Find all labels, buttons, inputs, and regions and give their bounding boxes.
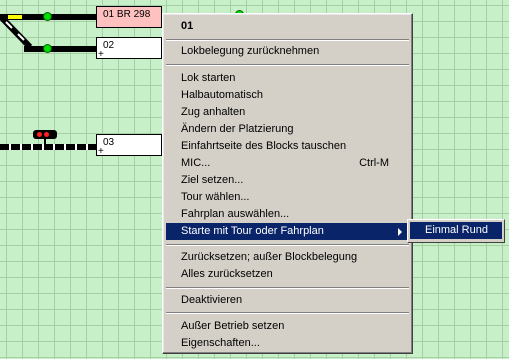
menu-separator bbox=[166, 312, 409, 314]
menu-shortcut: Ctrl-M bbox=[359, 157, 389, 169]
menu-separator bbox=[166, 287, 409, 289]
signal-green-icon[interactable] bbox=[43, 44, 52, 53]
block-01[interactable]: 01 BR 298 bbox=[96, 6, 162, 28]
menu-item-label: MIC... bbox=[181, 157, 211, 169]
block-label: 01 BR 298 bbox=[103, 9, 151, 20]
menu-item-einfahrtseite[interactable]: Einfahrtseite des Blocks tauschen bbox=[166, 138, 409, 155]
menu-separator bbox=[166, 39, 409, 41]
menu-item-halbautomatisch[interactable]: Halbautomatisch bbox=[166, 87, 409, 104]
menu-item-lok-starten[interactable]: Lok starten bbox=[166, 70, 409, 87]
submenu: Einmal Rund bbox=[407, 219, 505, 243]
menu-item-eigenschaften[interactable]: Eigenschaften... bbox=[166, 335, 409, 352]
signal-green-icon[interactable] bbox=[43, 12, 52, 21]
submenu-item-einmal-rund[interactable]: Einmal Rund bbox=[410, 222, 502, 239]
menu-item-mic[interactable]: MIC... Ctrl-M bbox=[166, 155, 409, 172]
track-segment bbox=[24, 46, 96, 52]
menu-item-tour-waehlen[interactable]: Tour wählen... bbox=[166, 189, 409, 206]
menu-item-deaktivieren[interactable]: Deaktivieren bbox=[166, 292, 409, 309]
menu-item-alles-zuruecksetzen[interactable]: Alles zurücksetzen bbox=[166, 266, 409, 283]
block-label: 02 bbox=[103, 40, 115, 51]
block-02[interactable]: 02 + bbox=[96, 37, 162, 59]
block-plus: + bbox=[98, 146, 104, 156]
menu-item-ziel-setzen[interactable]: Ziel setzen... bbox=[166, 172, 409, 189]
menu-item-starte-tour[interactable]: Starte mit Tour oder Fahrplan bbox=[166, 223, 409, 240]
menu-item-zug-anhalten[interactable]: Zug anhalten bbox=[166, 104, 409, 121]
menu-header: 01 bbox=[181, 20, 194, 32]
submenu-arrow-icon bbox=[398, 228, 402, 236]
track-segment bbox=[0, 144, 96, 150]
menu-item-ausser-betrieb[interactable]: Außer Betrieb setzen bbox=[166, 318, 409, 335]
menu-item-platzierung[interactable]: Ändern der Platzierung bbox=[166, 121, 409, 138]
block-03[interactable]: 03 + bbox=[96, 134, 162, 156]
menu-separator bbox=[166, 64, 409, 66]
block-label: 03 bbox=[103, 137, 115, 148]
menu-item-lokbelegung[interactable]: Lokbelegung zurücknehmen bbox=[166, 43, 409, 60]
menu-item-label: Starte mit Tour oder Fahrplan bbox=[181, 225, 324, 237]
block-plus: + bbox=[98, 49, 104, 59]
context-menu: 01 Lokbelegung zurücknehmen Lok starten … bbox=[162, 13, 413, 354]
menu-item-zuruecksetzen[interactable]: Zurücksetzen; außer Blockbelegung bbox=[166, 249, 409, 266]
menu-separator bbox=[166, 244, 409, 246]
signal-post bbox=[44, 138, 46, 144]
menu-item-fahrplan[interactable]: Fahrplan auswählen... bbox=[166, 206, 409, 223]
